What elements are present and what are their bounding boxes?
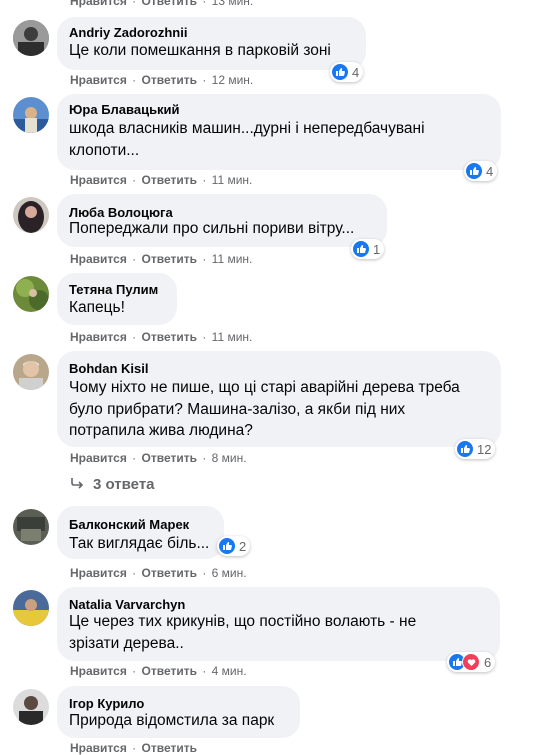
comment-author[interactable]: Тетяна Пулим <box>69 282 158 297</box>
comment-author[interactable]: Bohdan Kisil <box>69 361 148 376</box>
like-button[interactable]: Нравится <box>70 741 127 755</box>
comment-author[interactable]: Балконский Марек <box>69 517 189 532</box>
reaction-summary[interactable]: 4 <box>464 161 498 181</box>
reaction-summary[interactable]: 12 <box>455 439 496 459</box>
comment-text: Попереджали про сильні пориви вітру... <box>69 220 355 237</box>
like-button[interactable]: Нравится <box>70 0 127 8</box>
like-button[interactable]: Нравится <box>70 566 127 580</box>
reaction-count: 4 <box>352 64 360 80</box>
comment-bubble: Natalia Varvarchyn Це через тих крикунів… <box>57 587 500 661</box>
comment-actions: Нравится · Ответить · 11 мин. <box>70 330 253 344</box>
view-replies-label[interactable]: 3 ответа <box>93 476 155 493</box>
comment-text: Це коли помешкання в парковій зоні <box>69 42 331 59</box>
like-button[interactable]: Нравится <box>70 252 127 266</box>
comment-time[interactable]: 6 мин. <box>212 566 247 580</box>
comment-bubble: Ігор Курило Природа відомстила за парк <box>57 686 300 738</box>
avatar[interactable] <box>13 97 49 133</box>
comment-actions: Нравится · Ответить · 13 мин. <box>70 0 253 8</box>
comment-author[interactable]: Ігор Курило <box>69 696 144 711</box>
comment-time[interactable]: 11 мин. <box>212 330 253 344</box>
reply-button[interactable]: Ответить <box>142 566 197 580</box>
reaction-summary[interactable]: 1 <box>351 239 385 259</box>
comment-text: клопоти... <box>69 142 140 159</box>
comment-bubble: Тетяна Пулим Капець! <box>57 273 177 325</box>
reaction-count: 1 <box>373 241 381 257</box>
reply-button[interactable]: Ответить <box>142 664 197 678</box>
reply-button[interactable]: Ответить <box>142 252 197 266</box>
comment-author[interactable]: Andriy Zadorozhnii <box>69 25 187 40</box>
comment-time[interactable]: 8 мин. <box>212 451 247 465</box>
comment-text: Природа відомстила за парк <box>69 712 275 729</box>
comment-actions: Нравится · Ответить <box>70 741 197 755</box>
comment-text: Чому ніхто не пише, що ці старі аварійні… <box>69 379 460 396</box>
reply-button[interactable]: Ответить <box>142 173 197 187</box>
comment-time[interactable]: 11 мин. <box>212 173 253 187</box>
comment-actions: Нравится · Ответить · 6 мин. <box>70 566 247 580</box>
avatar[interactable] <box>13 509 49 545</box>
like-button[interactable]: Нравится <box>70 73 127 87</box>
like-reaction-icon <box>219 538 235 554</box>
like-reaction-icon <box>457 441 473 457</box>
comment-bubble: Юра Блавацький шкода власників машин...д… <box>57 94 501 170</box>
comment-author[interactable]: Natalia Varvarchyn <box>69 597 185 612</box>
like-reaction-icon <box>353 241 369 257</box>
reaction-count: 2 <box>239 538 247 554</box>
like-button[interactable]: Нравится <box>70 451 127 465</box>
comment-author[interactable]: Юра Блавацький <box>69 102 180 117</box>
comment-text: шкода власників машин...дурні і непередб… <box>69 120 425 137</box>
like-button[interactable]: Нравится <box>70 330 127 344</box>
comment-actions: Нравится · Ответить · 4 мин. <box>70 664 247 678</box>
reply-arrow-icon <box>70 476 84 493</box>
avatar[interactable] <box>13 354 49 390</box>
reaction-summary[interactable]: 4 <box>330 62 364 82</box>
comment-text: зрізати дерева.. <box>69 635 184 652</box>
like-button[interactable]: Нравится <box>70 173 127 187</box>
comment-actions: Нравится · Ответить · 8 мин. <box>70 451 247 465</box>
avatar[interactable] <box>13 689 49 725</box>
comment-time[interactable]: 12 мин. <box>212 73 254 87</box>
comment-bubble: Andriy Zadorozhnii Це коли помешкання в … <box>57 17 366 70</box>
like-button[interactable]: Нравится <box>70 664 127 678</box>
comment-bubble: Bohdan Kisil Чому ніхто не пише, що ці с… <box>57 351 501 447</box>
reaction-count: 6 <box>484 654 492 670</box>
avatar[interactable] <box>13 197 49 233</box>
comment-bubble: Балконский Марек Так виглядає біль... <box>57 506 224 559</box>
comment-text: потрапила жива людина? <box>69 422 253 439</box>
reply-button[interactable]: Ответить <box>142 73 197 87</box>
comment-bubble: Люба Волоцюга Попереджали про сильні пор… <box>57 194 387 247</box>
reply-button[interactable]: Ответить <box>142 0 197 8</box>
reply-button[interactable]: Ответить <box>142 741 197 755</box>
reply-button[interactable]: Ответить <box>142 330 197 344</box>
like-reaction-icon <box>332 64 348 80</box>
comment-actions: Нравится · Ответить · 11 мин. <box>70 173 253 187</box>
reaction-summary[interactable]: 6 <box>447 652 496 672</box>
avatar[interactable] <box>13 20 49 56</box>
love-reaction-icon <box>462 653 480 671</box>
reaction-count: 4 <box>486 163 494 179</box>
comment-time[interactable]: 11 мин. <box>212 252 253 266</box>
reaction-count: 12 <box>477 441 492 457</box>
avatar[interactable] <box>13 590 49 626</box>
view-replies-link[interactable]: 3 ответа <box>70 476 155 493</box>
comment-text: Капець! <box>69 299 125 316</box>
comment-time[interactable]: 13 мин. <box>212 0 254 8</box>
comment-text: Так виглядає біль... <box>69 535 210 552</box>
like-reaction-icon <box>466 163 482 179</box>
reaction-summary[interactable]: 2 <box>217 536 251 556</box>
reply-button[interactable]: Ответить <box>142 451 197 465</box>
comment-text: було прибрати? Машина-залізо, а якби під… <box>69 401 406 418</box>
comment-text: Це через тих крикунів, що постійно волаю… <box>69 613 417 630</box>
comment-actions: Нравится · Ответить · 12 мин. <box>70 73 254 87</box>
comment-time[interactable]: 4 мин. <box>212 664 247 678</box>
comment-actions: Нравится · Ответить · 11 мин. <box>70 252 253 266</box>
avatar[interactable] <box>13 276 49 312</box>
